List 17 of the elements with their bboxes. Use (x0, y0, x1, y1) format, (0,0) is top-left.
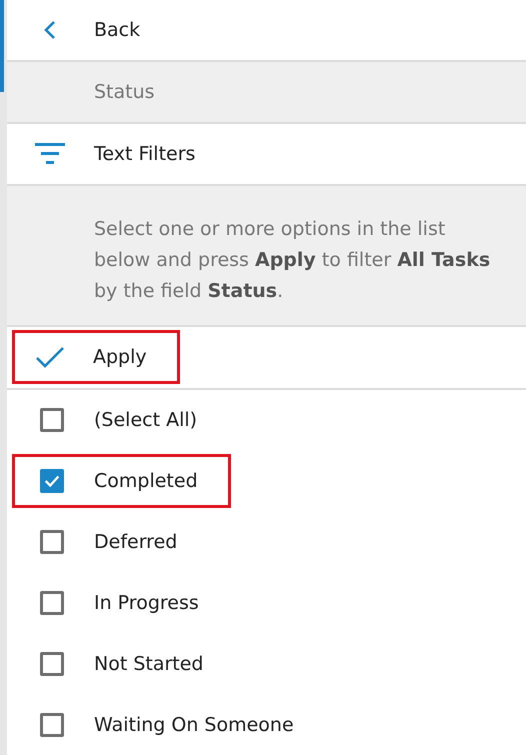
apply-button[interactable]: Apply (12, 330, 180, 384)
filter-icon (35, 142, 65, 165)
option-item[interactable]: Completed (12, 454, 231, 508)
option-item[interactable]: In Progress (12, 576, 232, 630)
option-item[interactable]: Waiting On Someone (12, 698, 327, 752)
instructions-text: Select one or more options in the list below and press Apply to filter All Tasks by the field Status. (94, 216, 492, 304)
checkbox[interactable] (40, 652, 64, 676)
checkbox[interactable] (40, 530, 64, 554)
option-item[interactable]: Deferred (12, 514, 210, 569)
option-item[interactable]: (Select All) (12, 393, 230, 448)
checkbox[interactable] (40, 590, 64, 615)
field-header: Status (94, 80, 155, 103)
option-item[interactable]: Not Started (12, 636, 236, 691)
checkbox[interactable] (40, 468, 64, 493)
checkbox[interactable] (40, 408, 64, 432)
checkbox[interactable] (40, 712, 64, 737)
checkmark-icon (35, 346, 65, 368)
